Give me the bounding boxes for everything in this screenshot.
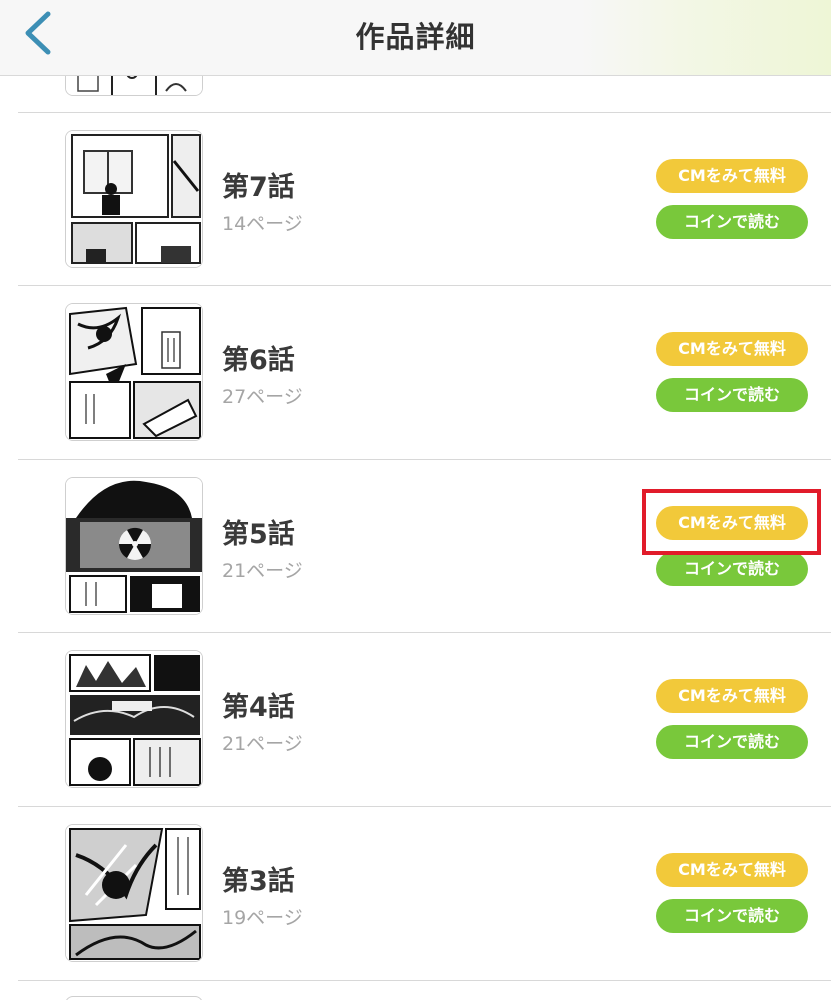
episode-title: 第6話 — [222, 345, 295, 376]
list-item[interactable]: 第5話 21ページ CMをみて無料 コインで読む — [0, 460, 831, 633]
list-item[interactable]: 第7話 14ページ CMをみて無料 コインで読む — [0, 113, 831, 286]
watch-cm-free-button[interactable]: CMをみて無料 — [656, 159, 808, 193]
episode-page-count: 21ページ — [222, 560, 303, 582]
watch-cm-free-button[interactable]: CMをみて無料 — [656, 332, 808, 366]
episode-title: 第3話 — [222, 866, 295, 897]
page-title: 作品詳細 — [355, 20, 476, 54]
episode-title: 第5話 — [222, 519, 295, 550]
episode-thumbnail[interactable] — [65, 130, 203, 268]
navigation-bar: 作品詳細 — [0, 0, 831, 76]
episode-thumbnail[interactable] — [65, 650, 203, 788]
list-item[interactable]: 第3話 19ページ CMをみて無料 コインで読む — [0, 807, 831, 980]
episode-page-count: 14ページ — [222, 213, 303, 235]
episode-thumbnail[interactable] — [65, 824, 203, 962]
read-with-coin-button[interactable]: コインで読む — [656, 899, 808, 933]
read-with-coin-button[interactable]: コインで読む — [656, 378, 808, 412]
read-with-coin-button[interactable]: コインで読む — [656, 725, 808, 759]
list-divider — [18, 980, 831, 981]
episode-thumbnail[interactable] — [65, 303, 203, 441]
watch-cm-free-button[interactable]: CMをみて無料 — [656, 506, 808, 540]
episode-list: 第7話 14ページ CMをみて無料 コインで読む 第6話 27ページ CMをみて… — [0, 0, 831, 1000]
episode-thumbnail-partial[interactable] — [65, 996, 203, 1000]
episode-title: 第7話 — [222, 172, 295, 203]
episode-thumbnail[interactable] — [65, 477, 203, 615]
episode-page-count: 19ページ — [222, 907, 303, 929]
list-item[interactable]: 第6話 27ページ CMをみて無料 コインで読む — [0, 286, 831, 459]
list-item[interactable]: 第4話 21ページ CMをみて無料 コインで読む — [0, 633, 831, 806]
read-with-coin-button[interactable]: コインで読む — [656, 205, 808, 239]
episode-title: 第4話 — [222, 692, 295, 723]
episode-page-count: 21ページ — [222, 733, 303, 755]
watch-cm-free-button[interactable]: CMをみて無料 — [656, 679, 808, 713]
episode-list-screen: 第7話 14ページ CMをみて無料 コインで読む 第6話 27ページ CMをみて… — [0, 0, 831, 1000]
episode-page-count: 27ページ — [222, 386, 303, 408]
read-with-coin-button[interactable]: コインで読む — [656, 552, 808, 586]
watch-cm-free-button[interactable]: CMをみて無料 — [656, 853, 808, 887]
